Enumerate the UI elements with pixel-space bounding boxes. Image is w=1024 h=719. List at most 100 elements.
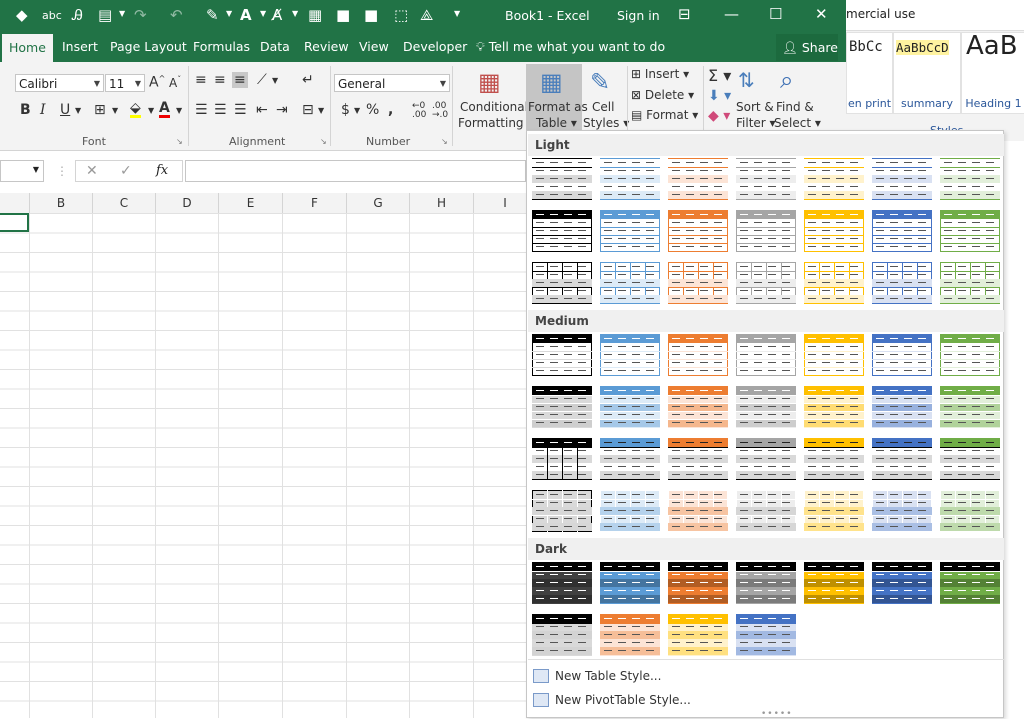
font-color-icon[interactable]: A (159, 101, 170, 118)
cell-styles-button[interactable]: ✎ Cell Styles ▾ (582, 64, 629, 134)
percent-icon[interactable]: % (366, 102, 379, 118)
share-button[interactable]: 👤︎ Share (776, 34, 838, 61)
align-center-icon[interactable]: ☰ (214, 102, 227, 118)
align-middle-icon[interactable]: ≡ (214, 72, 226, 88)
table-style-dark1-4[interactable] (735, 561, 797, 605)
formula-input[interactable] (185, 160, 526, 182)
table-style-med1-4[interactable] (735, 333, 797, 377)
tab-insert[interactable]: Insert (62, 39, 98, 54)
comma-icon[interactable]: , (388, 102, 393, 118)
table-style-light1-7[interactable] (939, 157, 1001, 201)
chevron-down-icon[interactable]: ▼ (318, 106, 324, 115)
chevron-down-icon[interactable]: ▼ (176, 106, 182, 115)
font-size-combo[interactable]: 11 ▼ (105, 74, 145, 92)
ribbon-display-options-icon[interactable]: ⊟ (678, 5, 691, 23)
tab-formulas[interactable]: Formulas (193, 39, 250, 54)
find-select-button[interactable]: ⌕ Find & Select ▾ (774, 64, 821, 134)
customize-qat-icon[interactable]: ▼ (454, 9, 460, 18)
table-style-light1-3[interactable] (667, 157, 729, 201)
chevron-down-icon[interactable]: ▼ (119, 9, 125, 18)
table-style-med3-3[interactable] (667, 437, 729, 481)
table-style-med4-1[interactable] (531, 489, 593, 533)
delete-cells-button[interactable]: ⊠ Delete ▾ (631, 88, 694, 102)
table-style-light3-2[interactable] (599, 261, 661, 305)
table-style-dark1-5[interactable] (803, 561, 865, 605)
style-preview-1[interactable]: BbCc en print (846, 32, 893, 114)
fill-icon[interactable]: ⬇ ▾ (708, 88, 731, 104)
table-style-med1-3[interactable] (667, 333, 729, 377)
clear-icon[interactable]: ◆ ▾ (708, 108, 730, 124)
table-style-med4-4[interactable] (735, 489, 797, 533)
tab-view[interactable]: View (359, 39, 389, 54)
column-header-e[interactable]: E (219, 193, 283, 213)
select-all-corner[interactable] (0, 193, 30, 213)
table-style-dark1-1[interactable] (531, 561, 593, 605)
style-preview-heading1[interactable]: AaB Heading 1 (961, 31, 1024, 114)
decrease-font-icon[interactable]: Aˇ (169, 75, 181, 90)
undo-icon[interactable]: ↶ (170, 6, 183, 24)
tab-review[interactable]: Review (304, 39, 349, 54)
tab-data[interactable]: Data (260, 39, 290, 54)
tab-developer[interactable]: Developer (403, 39, 467, 54)
chevron-down-icon[interactable]: ▼ (354, 106, 360, 115)
table-style-med2-3[interactable] (667, 385, 729, 429)
table-style-dark1-7[interactable] (939, 561, 1001, 605)
org-chart-icon[interactable]: ⟁ (420, 6, 433, 24)
align-left-icon[interactable]: ☰ (195, 102, 208, 118)
tab-home[interactable]: Home (2, 34, 53, 62)
white-square-icon[interactable]: ■ (364, 6, 378, 24)
increase-decimal-icon[interactable]: ←0.00 (412, 102, 426, 120)
table-style-light1-1[interactable] (531, 157, 593, 201)
table-style-light2-1[interactable] (531, 209, 593, 253)
column-header-d[interactable]: D (156, 193, 219, 213)
chevron-down-icon[interactable]: ▼ (148, 106, 154, 115)
font-color-icon[interactable]: A (240, 6, 252, 24)
select-icon[interactable]: ⬚ (394, 6, 408, 24)
table-style-light2-6[interactable] (871, 209, 933, 253)
fill-color-icon[interactable]: ⬙ (130, 101, 141, 118)
decrease-decimal-icon[interactable]: .00 →.0 (432, 102, 448, 120)
dialog-launcher-icon[interactable]: ↘ (176, 137, 183, 146)
italic-icon[interactable]: I (40, 102, 46, 118)
conditional-formatting-button[interactable]: ▦ Conditional Formatting ▾ (456, 64, 533, 134)
table-style-light2-4[interactable] (735, 209, 797, 253)
table-style-med3-2[interactable] (599, 437, 661, 481)
table-style-light1-4[interactable] (735, 157, 797, 201)
name-box[interactable]: ▼ (0, 160, 44, 182)
table-style-med4-6[interactable] (871, 489, 933, 533)
spelling-icon[interactable]: abc (42, 9, 62, 22)
decrease-indent-icon[interactable]: ⇤ (256, 102, 268, 118)
table-style-med2-6[interactable] (871, 385, 933, 429)
table-icon[interactable]: ▦ (308, 6, 322, 24)
table-style-med2-7[interactable] (939, 385, 1001, 429)
table-style-med3-5[interactable] (803, 437, 865, 481)
table-style-med3-6[interactable] (871, 437, 933, 481)
maximize-icon[interactable]: ☐ (769, 5, 782, 23)
table-style-light2-7[interactable] (939, 209, 1001, 253)
table-style-light2-3[interactable] (667, 209, 729, 253)
table-style-dark2-3[interactable] (667, 613, 729, 657)
insert-function-button[interactable]: fx (156, 163, 168, 178)
minimize-icon[interactable]: — (724, 5, 739, 23)
chevron-down-icon[interactable]: ▼ (292, 9, 298, 18)
column-header-f[interactable]: F (283, 193, 347, 213)
table-style-light3-6[interactable] (871, 261, 933, 305)
table-style-dark1-6[interactable] (871, 561, 933, 605)
autosum-icon[interactable]: Σ ▾ (708, 66, 731, 85)
currency-icon[interactable]: $ (341, 102, 350, 118)
format-as-table-button[interactable]: ▦ Format as Table ▾ (526, 64, 588, 134)
column-header-h[interactable]: H (410, 193, 474, 213)
table-style-med1-6[interactable] (871, 333, 933, 377)
column-header-c[interactable]: C (93, 193, 156, 213)
table-style-med1-2[interactable] (599, 333, 661, 377)
excel-diamond-icon[interactable]: ◆ (16, 6, 28, 24)
format-cells-button[interactable]: ▤ Format ▾ (631, 108, 698, 122)
table-style-light1-5[interactable] (803, 157, 865, 201)
dialog-launcher-icon[interactable]: ↘ (441, 137, 448, 146)
table-style-med3-4[interactable] (735, 437, 797, 481)
align-bottom-icon[interactable]: ≡ (232, 72, 248, 88)
borders-icon[interactable]: ⊞ (94, 102, 106, 118)
font-name-combo[interactable]: Calibri ▼ (15, 74, 104, 92)
column-header-g[interactable]: G (347, 193, 410, 213)
table-style-med4-2[interactable] (599, 489, 661, 533)
